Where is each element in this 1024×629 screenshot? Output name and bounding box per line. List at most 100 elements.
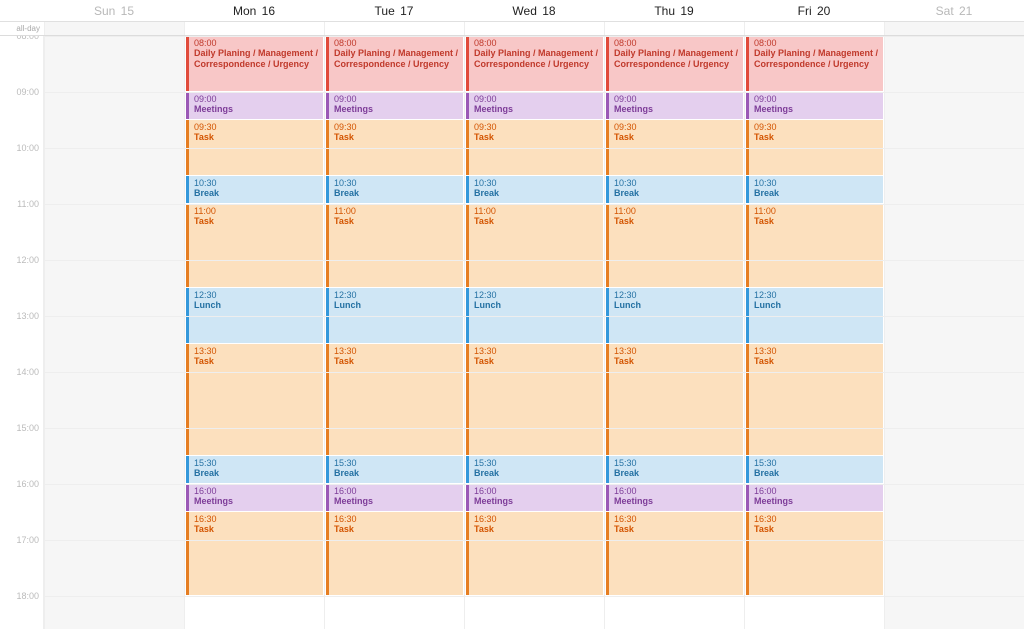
day-header-dow: Fri (798, 4, 812, 18)
event-title: Meetings (334, 104, 459, 114)
calendar-event[interactable]: 10:30Break (746, 176, 883, 203)
day-header[interactable]: Sat 21 (884, 1, 1024, 21)
day-header-num: 16 (258, 4, 275, 18)
event-title: Lunch (614, 300, 739, 310)
calendar-event[interactable]: 10:30Break (466, 176, 603, 203)
event-title: Task (194, 216, 319, 226)
allday-cell[interactable] (184, 22, 324, 35)
calendar-event[interactable]: 16:00Meetings (746, 484, 883, 511)
calendar-event[interactable]: 15:30Break (606, 456, 743, 483)
calendar-event[interactable]: 09:30Task (746, 120, 883, 175)
day-header[interactable]: Thu 19 (604, 1, 744, 21)
day-header[interactable]: Tue 17 (324, 1, 464, 21)
event-time: 10:30 (194, 178, 319, 188)
event-time: 16:00 (614, 486, 739, 496)
calendar-event[interactable]: 08:00Daily Planing / Management / Corres… (606, 36, 743, 91)
event-time: 16:30 (614, 514, 739, 524)
calendar-event[interactable]: 10:30Break (186, 176, 323, 203)
event-time: 09:30 (194, 122, 319, 132)
event-title: Lunch (474, 300, 599, 310)
calendar-event[interactable]: 15:30Break (326, 456, 463, 483)
calendar-event[interactable]: 10:30Break (326, 176, 463, 203)
calendar-event[interactable]: 15:30Break (466, 456, 603, 483)
allday-cell[interactable] (324, 22, 464, 35)
day-header-num: 21 (956, 4, 973, 18)
calendar-grid[interactable]: 08:0009:0010:0011:0012:0013:0014:0015:00… (0, 36, 1024, 629)
event-time: 16:30 (334, 514, 459, 524)
day-column[interactable]: 08:00Daily Planing / Management / Corres… (604, 36, 744, 629)
calendar-event[interactable]: 12:30Lunch (186, 288, 323, 343)
calendar-event[interactable]: 09:30Task (186, 120, 323, 175)
calendar-event[interactable]: 08:00Daily Planing / Management / Corres… (186, 36, 323, 91)
calendar-event[interactable]: 10:30Break (606, 176, 743, 203)
calendar-event[interactable]: 08:00Daily Planing / Management / Corres… (746, 36, 883, 91)
day-header[interactable]: Fri 20 (744, 1, 884, 21)
event-title: Task (614, 356, 739, 366)
calendar-event[interactable]: 12:30Lunch (326, 288, 463, 343)
calendar-event[interactable]: 09:30Task (606, 120, 743, 175)
calendar-event[interactable]: 13:30Task (466, 344, 603, 455)
calendar-event[interactable]: 16:30Task (326, 512, 463, 595)
calendar-event[interactable]: 09:00Meetings (606, 92, 743, 119)
event-time: 08:00 (614, 38, 739, 48)
day-column[interactable]: 08:00Daily Planing / Management / Corres… (744, 36, 884, 629)
day-column[interactable]: 08:00Daily Planing / Management / Corres… (184, 36, 324, 629)
allday-cell[interactable] (884, 22, 1024, 35)
time-label: 09:00 (16, 87, 39, 97)
calendar-event[interactable]: 15:30Break (186, 456, 323, 483)
calendar-event[interactable]: 16:30Task (186, 512, 323, 595)
calendar-event[interactable]: 11:00Task (606, 204, 743, 287)
calendar-event[interactable]: 16:00Meetings (466, 484, 603, 511)
calendar-event[interactable]: 12:30Lunch (606, 288, 743, 343)
calendar-event[interactable]: 11:00Task (746, 204, 883, 287)
allday-cell[interactable] (744, 22, 884, 35)
event-title: Break (754, 468, 879, 478)
calendar-event[interactable]: 13:30Task (326, 344, 463, 455)
event-title: Daily Planing / Management / Corresponde… (754, 48, 879, 69)
event-time: 13:30 (614, 346, 739, 356)
calendar-event[interactable]: 09:00Meetings (466, 92, 603, 119)
calendar-event[interactable]: 12:30Lunch (746, 288, 883, 343)
calendar-event[interactable]: 09:00Meetings (186, 92, 323, 119)
event-time: 08:00 (334, 38, 459, 48)
calendar-event[interactable]: 09:30Task (466, 120, 603, 175)
event-time: 09:30 (474, 122, 599, 132)
event-time: 11:00 (334, 206, 459, 216)
day-column[interactable] (44, 36, 184, 629)
event-time: 11:00 (194, 206, 319, 216)
calendar-event[interactable]: 12:30Lunch (466, 288, 603, 343)
calendar-event[interactable]: 11:00Task (326, 204, 463, 287)
day-header-dow: Sun (94, 4, 115, 18)
calendar-event[interactable]: 16:00Meetings (186, 484, 323, 511)
calendar-event[interactable]: 13:30Task (606, 344, 743, 455)
calendar-event[interactable]: 08:00Daily Planing / Management / Corres… (326, 36, 463, 91)
allday-cell[interactable] (44, 22, 184, 35)
calendar-event[interactable]: 15:30Break (746, 456, 883, 483)
calendar-event[interactable]: 16:30Task (606, 512, 743, 595)
event-title: Meetings (194, 104, 319, 114)
calendar-event[interactable]: 16:30Task (466, 512, 603, 595)
calendar-event[interactable]: 13:30Task (186, 344, 323, 455)
event-title: Meetings (474, 496, 599, 506)
calendar-event[interactable]: 08:00Daily Planing / Management / Corres… (466, 36, 603, 91)
day-header[interactable]: Wed 18 (464, 1, 604, 21)
allday-cell[interactable] (604, 22, 744, 35)
event-title: Task (614, 216, 739, 226)
event-title: Task (474, 524, 599, 534)
day-header[interactable]: Mon 16 (184, 1, 324, 21)
event-title: Break (334, 468, 459, 478)
calendar-event[interactable]: 16:30Task (746, 512, 883, 595)
calendar-event[interactable]: 16:00Meetings (606, 484, 743, 511)
calendar-event[interactable]: 16:00Meetings (326, 484, 463, 511)
day-header[interactable]: Sun 15 (44, 1, 184, 21)
day-column[interactable]: 08:00Daily Planing / Management / Corres… (324, 36, 464, 629)
calendar-event[interactable]: 11:00Task (466, 204, 603, 287)
calendar-event[interactable]: 11:00Task (186, 204, 323, 287)
calendar-event[interactable]: 09:00Meetings (746, 92, 883, 119)
calendar-event[interactable]: 09:30Task (326, 120, 463, 175)
day-column[interactable]: 08:00Daily Planing / Management / Corres… (464, 36, 604, 629)
calendar-event[interactable]: 09:00Meetings (326, 92, 463, 119)
day-column[interactable] (884, 36, 1024, 629)
allday-cell[interactable] (464, 22, 604, 35)
calendar-event[interactable]: 13:30Task (746, 344, 883, 455)
